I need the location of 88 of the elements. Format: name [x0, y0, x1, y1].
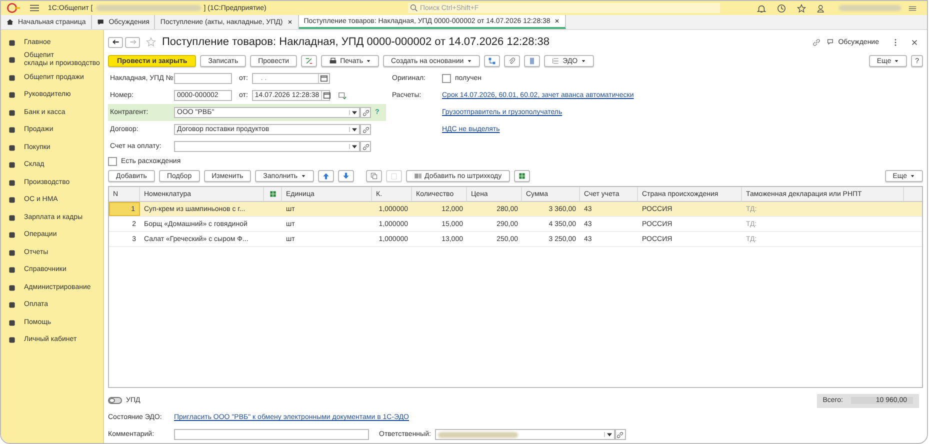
arrow-down-icon	[342, 172, 350, 180]
clipboard-icon	[390, 172, 398, 180]
checkbox[interactable]	[442, 74, 451, 83]
move-up-button[interactable]	[318, 170, 334, 182]
caret-icon	[466, 59, 472, 63]
section-icon	[8, 214, 16, 222]
section-icon	[8, 336, 16, 344]
blurred-text	[839, 5, 901, 11]
section-icon	[8, 91, 16, 100]
section-icon	[8, 144, 16, 152]
calendar-icon[interactable]	[321, 91, 332, 100]
menu-icon[interactable]	[30, 4, 39, 12]
star-icon[interactable]	[797, 4, 806, 12]
history-icon[interactable]	[777, 4, 786, 12]
open-link-button[interactable]	[360, 107, 371, 118]
move-down-button[interactable]	[338, 170, 354, 182]
link-icon	[616, 430, 624, 438]
check-number-icon[interactable]	[338, 91, 347, 100]
responsible-field[interactable]	[434, 429, 615, 440]
debit-credit-icon	[305, 57, 314, 65]
paperclip-icon	[508, 57, 516, 65]
attachment-button[interactable]	[504, 55, 520, 67]
toggle-switch[interactable]	[108, 397, 122, 404]
arrow-up-icon	[322, 172, 330, 180]
document-button[interactable]	[524, 55, 540, 67]
close-icon[interactable]	[554, 18, 560, 24]
section-icon	[8, 318, 16, 327]
structure-button[interactable]	[484, 55, 500, 67]
arrow-right-icon	[128, 38, 136, 46]
copy-button[interactable]	[366, 170, 382, 182]
document-icon	[528, 57, 536, 65]
section-icon	[8, 178, 16, 187]
section-icon	[8, 284, 16, 292]
link-icon	[362, 126, 370, 134]
menu-icon[interactable]	[908, 4, 917, 12]
back-button[interactable]	[108, 36, 123, 48]
link-icon	[362, 142, 370, 150]
table-icon	[518, 172, 526, 180]
dt-kt-button[interactable]	[301, 55, 318, 67]
calendar-icon[interactable]	[318, 74, 329, 83]
caret-icon	[300, 174, 306, 178]
logo-icon	[7, 3, 21, 13]
caret-icon	[580, 59, 586, 63]
invoice-number-field[interactable]	[174, 73, 232, 84]
open-link-button[interactable]	[360, 141, 371, 152]
caret-icon[interactable]	[604, 432, 614, 437]
open-link-button[interactable]	[360, 124, 371, 135]
user-icon[interactable]	[817, 4, 826, 12]
list-icon	[552, 57, 560, 65]
caret-icon[interactable]	[349, 110, 359, 115]
home-icon	[6, 18, 14, 26]
link-icon[interactable]	[812, 38, 822, 46]
link-icon	[362, 108, 370, 116]
star-icon[interactable]	[146, 37, 156, 47]
chat-icon	[827, 38, 836, 46]
section-icon	[8, 126, 16, 134]
section-icon	[8, 108, 16, 117]
section-icon	[8, 301, 16, 310]
section-icon	[8, 248, 16, 257]
caret-icon[interactable]	[349, 127, 359, 132]
search-icon	[410, 4, 418, 12]
chat-icon	[96, 18, 105, 26]
caret-icon	[910, 174, 915, 178]
open-link-button[interactable]	[614, 429, 626, 440]
arrow-left-icon	[112, 38, 120, 46]
section-icon	[8, 74, 16, 82]
caret-icon	[894, 59, 900, 63]
section-icon	[8, 196, 16, 204]
printer-icon	[329, 57, 338, 65]
table-icon	[268, 190, 276, 198]
section-icon	[8, 266, 16, 274]
copy-icon	[370, 172, 378, 180]
caret-icon[interactable]	[349, 144, 359, 149]
section-icon	[8, 231, 16, 240]
section-icon	[8, 38, 16, 47]
close-icon[interactable]	[910, 38, 919, 46]
document-title: Поступление товаров: Накладная, УПД 0000-000002 от 14.07.2026 12:28:38	[162, 36, 550, 48]
section-icon	[8, 56, 16, 64]
bell-icon[interactable]	[757, 4, 766, 12]
structure-icon	[488, 57, 496, 65]
table-settings-button[interactable]	[514, 170, 530, 182]
payment-invoice-field[interactable]	[174, 141, 360, 152]
section-icon	[8, 161, 16, 170]
caret-icon	[366, 59, 372, 63]
comment-field[interactable]	[174, 429, 369, 440]
checkbox[interactable]	[108, 156, 117, 166]
barcode-icon	[414, 172, 422, 180]
close-icon[interactable]	[286, 19, 293, 25]
